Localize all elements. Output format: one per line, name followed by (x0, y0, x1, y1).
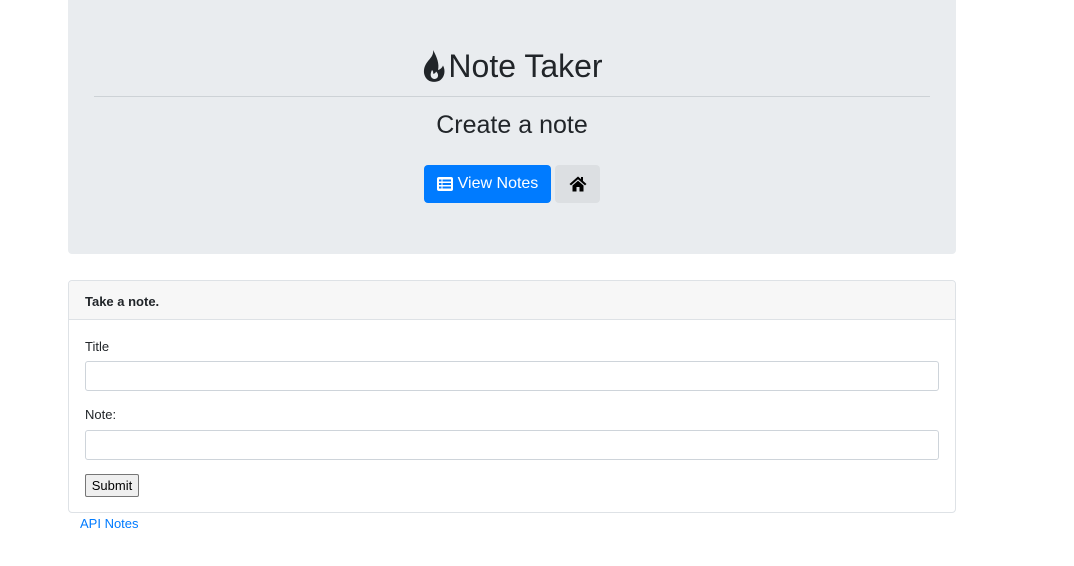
jumbotron-header: Note Taker Create a note View Notes (68, 0, 956, 254)
page-subtitle: Create a note (436, 111, 588, 139)
home-icon (569, 176, 587, 192)
note-label: Note: (85, 407, 117, 422)
title-label: Title (85, 339, 110, 354)
note-input[interactable] (85, 430, 939, 460)
api-notes-link[interactable]: API Notes (80, 516, 139, 531)
home-button[interactable] (555, 165, 600, 203)
title-input[interactable] (85, 361, 939, 391)
submit-button[interactable]: Submit (85, 474, 139, 497)
list-icon (436, 177, 453, 191)
note-form-card: Take a note. Title Note: Submit (68, 280, 956, 513)
view-notes-button[interactable]: View Notes (424, 165, 551, 203)
brand-title: Note Taker (68, 44, 956, 88)
view-notes-label: View Notes (457, 175, 539, 192)
brand-title-text: Note Taker (448, 47, 603, 84)
divider (94, 96, 930, 97)
fire-icon (421, 49, 447, 83)
card-title: Take a note. (69, 281, 955, 320)
